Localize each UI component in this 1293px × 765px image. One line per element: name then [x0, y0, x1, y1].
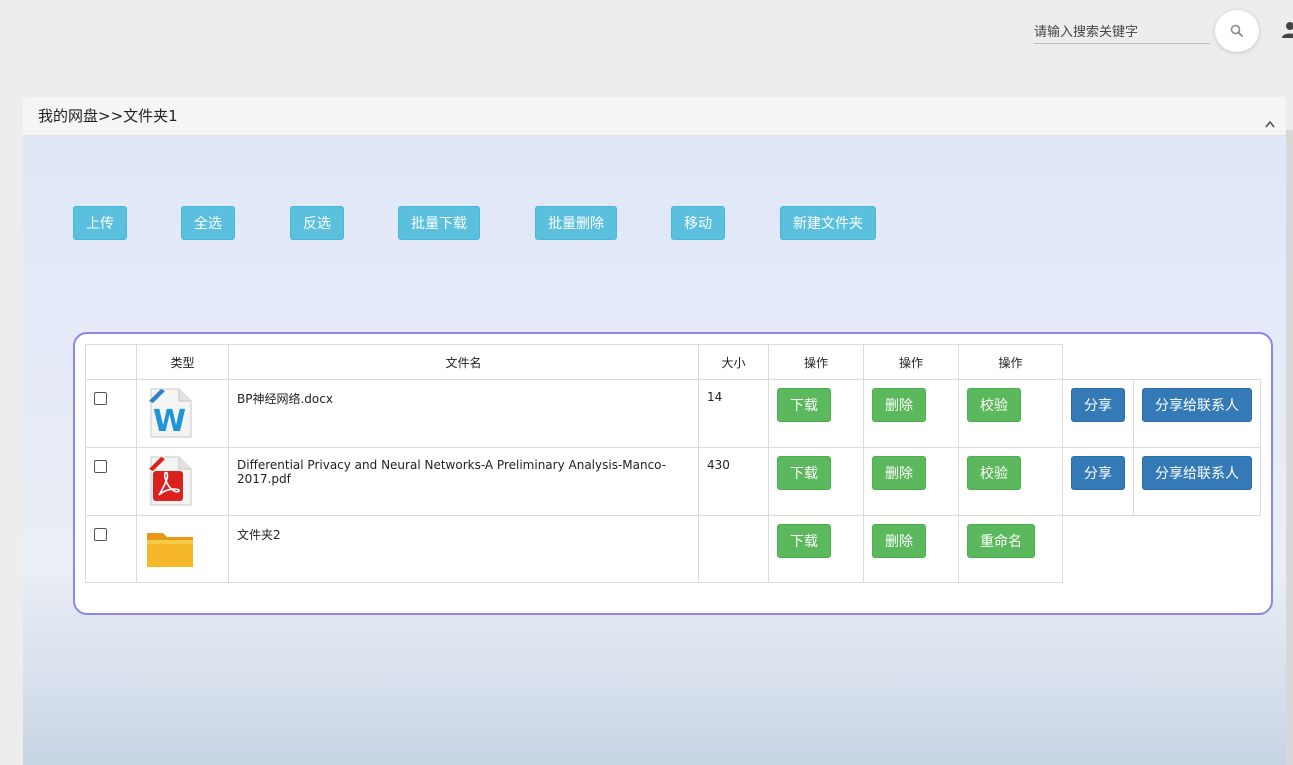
row-checkbox[interactable]	[94, 528, 107, 541]
scrollbar[interactable]	[1286, 130, 1293, 765]
share-button[interactable]: 分享	[1071, 388, 1125, 422]
table-row	[85, 515, 137, 583]
file-name[interactable]: 文件夹2	[228, 515, 699, 583]
breadcrumb: 我的网盘>>文件夹1	[23, 97, 1286, 136]
new-folder-button[interactable]: 新建文件夹	[780, 206, 876, 240]
folder-icon	[145, 527, 195, 573]
row-checkbox[interactable]	[94, 460, 107, 473]
header-action-3: 操作	[958, 344, 1063, 380]
share-contact-button[interactable]: 分享给联系人	[1142, 456, 1252, 490]
search-input[interactable]	[1034, 16, 1210, 44]
verify-button[interactable]: 校验	[967, 456, 1021, 490]
download-button[interactable]: 下载	[777, 524, 831, 558]
share-button[interactable]: 分享	[1071, 456, 1125, 490]
delete-button[interactable]: 删除	[872, 456, 926, 490]
word-doc-icon: W	[147, 387, 193, 443]
pdf-doc-icon	[147, 455, 193, 511]
header-checkbox-col	[85, 344, 137, 380]
svg-text:W: W	[153, 404, 186, 439]
rename-button[interactable]: 重命名	[967, 524, 1035, 558]
header-type: 类型	[136, 344, 229, 380]
file-size: 430	[698, 447, 769, 516]
search-icon	[1230, 24, 1244, 38]
header-action-2: 操作	[863, 344, 959, 380]
chevron-up-icon[interactable]	[1265, 113, 1275, 132]
download-button[interactable]: 下载	[777, 388, 831, 422]
table-row	[85, 447, 137, 516]
batch-delete-button[interactable]: 批量删除	[535, 206, 617, 240]
upload-button[interactable]: 上传	[73, 206, 127, 240]
delete-button[interactable]: 删除	[872, 388, 926, 422]
search-button[interactable]	[1215, 10, 1259, 52]
search-bar	[1034, 16, 1210, 44]
verify-button[interactable]: 校验	[967, 388, 1021, 422]
user-icon[interactable]	[1281, 21, 1293, 39]
header-action-1: 操作	[768, 344, 864, 380]
header-filename: 文件名	[228, 344, 699, 380]
file-size	[698, 515, 769, 583]
file-name[interactable]: BP神经网络.docx	[228, 379, 699, 448]
share-contact-button[interactable]: 分享给联系人	[1142, 388, 1252, 422]
invert-select-button[interactable]: 反选	[290, 206, 344, 240]
batch-download-button[interactable]: 批量下载	[398, 206, 480, 240]
table-row	[85, 379, 137, 448]
header-size: 大小	[698, 344, 769, 380]
select-all-button[interactable]: 全选	[181, 206, 235, 240]
download-button[interactable]: 下载	[777, 456, 831, 490]
row-checkbox[interactable]	[94, 392, 107, 405]
file-size: 14	[698, 379, 769, 448]
delete-button[interactable]: 删除	[872, 524, 926, 558]
move-button[interactable]: 移动	[671, 206, 725, 240]
file-name[interactable]: Differential Privacy and Neural Networks…	[228, 447, 699, 516]
